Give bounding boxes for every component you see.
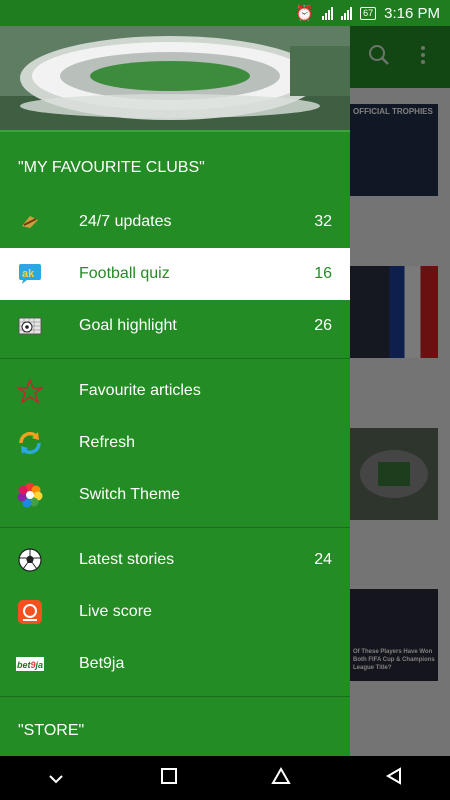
navigation-drawer: "MY FAVOURITE CLUBS" 24/7 updates 32 ak … bbox=[0, 26, 350, 756]
item-count: 24 bbox=[314, 551, 332, 568]
clock: 3:16 PM bbox=[384, 4, 440, 22]
drawer-item-label: Favourite articles bbox=[79, 382, 201, 399]
signal-icon bbox=[341, 6, 353, 20]
drawer-item-switch-theme[interactable]: Switch Theme bbox=[0, 469, 350, 521]
header-divider bbox=[0, 130, 350, 140]
drawer-item-label: Live score bbox=[79, 603, 152, 620]
chevron-down-icon[interactable] bbox=[26, 768, 86, 789]
svg-text:bet9ja: bet9ja bbox=[17, 660, 43, 670]
drawer-item-label: Bet9ja bbox=[79, 655, 125, 672]
divider bbox=[0, 358, 350, 359]
star-icon bbox=[16, 377, 44, 405]
drawer-item-label: 24/7 updates bbox=[79, 213, 172, 230]
drawer-header-image bbox=[0, 26, 350, 130]
recent-apps-button[interactable] bbox=[139, 767, 199, 789]
drawer-item-goal-highlight[interactable]: Goal highlight 26 bbox=[0, 300, 350, 352]
drawer-item-favourite-articles[interactable]: Favourite articles bbox=[0, 365, 350, 417]
drawer-item-label: Latest stories bbox=[79, 551, 175, 568]
divider bbox=[0, 696, 350, 697]
drawer-item-refresh[interactable]: Refresh bbox=[0, 417, 350, 469]
drawer-item-label: Football quiz bbox=[79, 265, 170, 282]
livescore-icon bbox=[16, 598, 44, 626]
quiz-icon: ak bbox=[16, 260, 44, 288]
divider bbox=[0, 527, 350, 528]
item-count: 26 bbox=[314, 317, 332, 334]
back-button[interactable] bbox=[364, 766, 424, 790]
svg-text:ak: ak bbox=[22, 268, 35, 280]
bet9ja-icon: bet9ja bbox=[16, 650, 44, 678]
football-icon bbox=[16, 546, 44, 574]
item-count: 32 bbox=[314, 213, 332, 230]
stadium-image bbox=[0, 26, 350, 130]
drawer-item-label: Goal highlight bbox=[79, 317, 177, 334]
section-title-favourite-clubs: "MY FAVOURITE CLUBS" bbox=[18, 159, 205, 176]
theme-icon bbox=[16, 481, 44, 509]
battery-icon: 67 bbox=[360, 6, 377, 20]
status-bar: ⏰ 67 3:16 PM bbox=[0, 0, 450, 26]
drawer-item-latest-stories[interactable]: Latest stories 24 bbox=[0, 534, 350, 586]
system-navigation-bar bbox=[0, 756, 450, 800]
drawer-item-football-quiz[interactable]: ak Football quiz 16 bbox=[0, 248, 350, 300]
refresh-icon bbox=[16, 429, 44, 457]
item-count: 16 bbox=[314, 265, 332, 282]
goal-highlight-icon bbox=[16, 312, 44, 340]
signal-icon bbox=[322, 6, 334, 20]
drawer-item-label: Refresh bbox=[79, 434, 136, 451]
drawer-item-label: Switch Theme bbox=[79, 486, 181, 503]
drawer-item-24-7-updates[interactable]: 24/7 updates 32 bbox=[0, 196, 350, 248]
battery-level: 67 bbox=[363, 7, 374, 18]
alarm-icon: ⏰ bbox=[295, 5, 315, 22]
updates-icon bbox=[16, 208, 44, 236]
drawer-item-live-score[interactable]: Live score bbox=[0, 586, 350, 638]
section-title-store: "STORE" bbox=[18, 722, 85, 739]
home-button[interactable] bbox=[251, 766, 311, 790]
drawer-item-bet9ja[interactable]: bet9ja Bet9ja bbox=[0, 638, 350, 690]
